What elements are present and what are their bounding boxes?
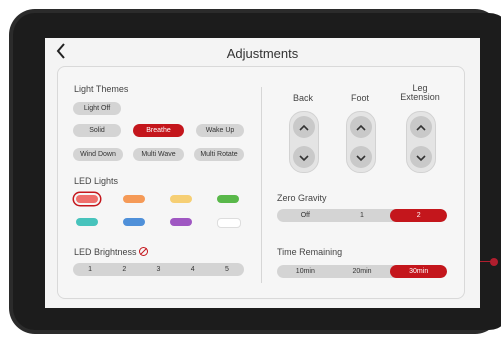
time-10min-option[interactable]: 10min [277, 265, 334, 278]
brightness-option-5[interactable]: 5 [210, 263, 244, 276]
chevron-down-icon [416, 155, 426, 161]
leg-extension-up-button[interactable] [410, 116, 432, 138]
back-control [289, 111, 319, 173]
theme-multi-rotate-button[interactable]: Multi Rotate [194, 148, 244, 161]
chevron-up-icon [356, 124, 366, 131]
led-color-swatch-2[interactable] [123, 195, 145, 203]
chevron-up-icon [299, 124, 309, 131]
theme-solid-button[interactable]: Solid [73, 124, 121, 137]
panel-divider [261, 87, 262, 283]
brightness-option-1[interactable]: 1 [73, 263, 107, 276]
time-remaining-selector: 10min 20min 30min [277, 265, 447, 278]
callout-dot [490, 258, 498, 266]
led-color-swatch-6[interactable] [123, 218, 145, 226]
led-color-swatch-1[interactable] [76, 195, 98, 203]
led-lights-label: LED Lights [74, 176, 119, 186]
app-screen: Adjustments Light Themes Light Off Solid… [45, 38, 480, 308]
time-30min-option[interactable]: 30min [390, 265, 447, 278]
zero-gravity-off-option[interactable]: Off [277, 209, 334, 222]
led-brightness-selector: 1 2 3 4 5 [73, 263, 244, 276]
back-down-button[interactable] [293, 146, 315, 168]
brightness-option-3[interactable]: 3 [141, 263, 175, 276]
leg-extension-control [406, 111, 436, 173]
zero-gravity-label: Zero Gravity [277, 193, 327, 203]
brightness-option-2[interactable]: 2 [107, 263, 141, 276]
adjustments-panel: Light Themes Light Off Solid Breathe Wak… [57, 66, 465, 299]
back-control-label: Back [292, 93, 313, 103]
foot-up-button[interactable] [350, 116, 372, 138]
led-color-swatch-8[interactable] [217, 218, 241, 228]
light-themes-label: Light Themes [74, 84, 129, 94]
theme-light-off-button[interactable]: Light Off [73, 102, 121, 115]
led-color-swatch-4[interactable] [217, 195, 239, 203]
foot-control-label: Foot [350, 93, 369, 103]
chevron-up-icon [416, 124, 426, 131]
zero-gravity-selector: Off 1 2 [277, 209, 447, 222]
foot-control [346, 111, 376, 173]
chevron-down-icon [299, 155, 309, 161]
chevron-down-icon [356, 155, 366, 161]
led-color-swatch-7[interactable] [170, 218, 192, 226]
led-brightness-text: LED Brightness [74, 247, 137, 257]
zero-gravity-1-option[interactable]: 1 [334, 209, 391, 222]
theme-wake-up-button[interactable]: Wake Up [196, 124, 244, 137]
leg-extension-control-label: Leg Extension [400, 83, 440, 102]
time-20min-option[interactable]: 20min [334, 265, 391, 278]
theme-wind-down-button[interactable]: Wind Down [73, 148, 123, 161]
leg-extension-down-button[interactable] [410, 146, 432, 168]
brightness-option-4[interactable]: 4 [176, 263, 210, 276]
back-up-button[interactable] [293, 116, 315, 138]
no-sign-icon [138, 247, 148, 256]
led-color-swatch-3[interactable] [170, 195, 192, 203]
led-brightness-label: LED Brightness [74, 247, 148, 257]
theme-multi-wave-button[interactable]: Multi Wave [133, 148, 184, 161]
foot-down-button[interactable] [350, 146, 372, 168]
time-remaining-label: Time Remaining [277, 247, 343, 257]
zero-gravity-2-option[interactable]: 2 [390, 209, 447, 222]
page-title: Adjustments [226, 46, 299, 61]
theme-breathe-button[interactable]: Breathe [133, 124, 184, 137]
led-color-swatch-5[interactable] [76, 218, 98, 226]
